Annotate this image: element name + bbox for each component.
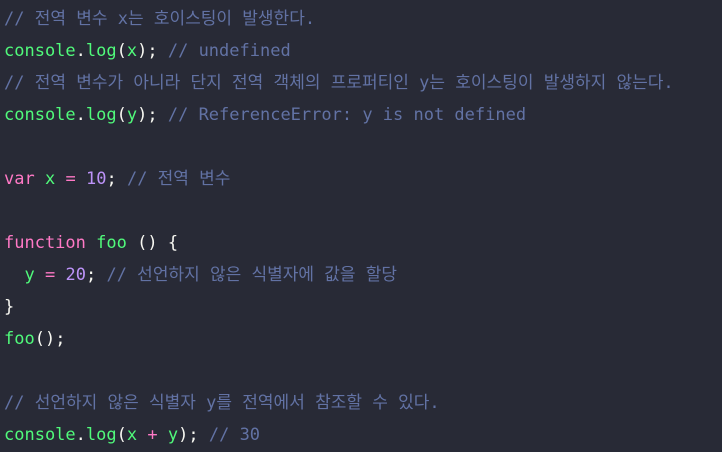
close-paren-semicolon: ); (137, 105, 158, 125)
open-paren: ( (116, 105, 127, 125)
comment: // 선언하지 않은 식별자 y를 전역에서 참조할 수 있다. (4, 393, 440, 413)
var-keyword: var (4, 169, 35, 189)
code-line-1: // 전역 변수 x는 호이스팅이 발생한다. (4, 3, 722, 35)
comment: // 전역 변수가 아니라 단지 전역 객체의 프로퍼티인 y는 호이스팅이 발… (4, 73, 674, 93)
code-line-13: // 선언하지 않은 식별자 y를 전역에서 참조할 수 있다. (4, 387, 722, 419)
code-editor[interactable]: // 전역 변수 x는 호이스팅이 발생한다. console.log(x); … (0, 0, 722, 452)
log-method: log (85, 425, 117, 445)
number-literal: 20 (65, 265, 86, 285)
console-object: console (4, 425, 76, 445)
dot: . (75, 425, 86, 445)
variable-y: y (24, 265, 35, 285)
semicolon: ; (106, 169, 117, 189)
log-method: log (85, 105, 117, 125)
assign-operator: = (65, 169, 76, 189)
argument-x: x (126, 425, 138, 445)
close-paren-semicolon: ); (178, 425, 199, 445)
comment: // 선언하지 않은 식별자에 값을 할당 (106, 265, 398, 285)
code-line-2: console.log(x); // undefined (4, 35, 722, 67)
code-line-3: // 전역 변수가 아니라 단지 전역 객체의 프로퍼티인 y는 호이스팅이 발… (4, 67, 722, 99)
comment: // 전역 변수 x는 호이스팅이 발생한다. (4, 9, 316, 29)
function-name: foo (96, 233, 127, 253)
code-line-14: console.log(x + y); // 30 (4, 419, 722, 451)
function-call-name: foo (4, 329, 35, 349)
semicolon: ; (85, 265, 97, 285)
log-method: log (85, 41, 117, 61)
code-line-5-blank (4, 131, 722, 163)
argument-y: y (126, 105, 138, 125)
open-brace: { (167, 233, 179, 253)
code-line-6: var x = 10; // 전역 변수 (4, 163, 722, 195)
function-keyword: function (4, 233, 86, 253)
plus-operator: + (147, 425, 158, 445)
close-brace: } (4, 297, 15, 317)
open-paren: ( (116, 41, 127, 61)
console-object: console (4, 41, 76, 61)
comment: // undefined (167, 41, 291, 61)
argument-y: y (167, 425, 179, 445)
dot: . (75, 41, 86, 61)
code-line-9: y = 20; // 선언하지 않은 식별자에 값을 할당 (4, 259, 722, 291)
close-paren-semicolon: ); (137, 41, 158, 61)
comment: // 전역 변수 (126, 169, 231, 189)
argument-x: x (126, 41, 138, 61)
code-line-8: function foo () { (4, 227, 722, 259)
comment: // 30 (208, 425, 261, 445)
console-object: console (4, 105, 76, 125)
code-line-10: } (4, 291, 722, 323)
dot: . (75, 105, 86, 125)
code-line-4: console.log(y); // ReferenceError: y is … (4, 99, 722, 131)
comment: // ReferenceError: y is not defined (167, 105, 527, 125)
code-line-7-blank (4, 195, 722, 227)
code-line-12-blank (4, 355, 722, 387)
call-parens-semicolon: (); (34, 329, 66, 349)
code-line-11: foo(); (4, 323, 722, 355)
open-paren: ( (116, 425, 127, 445)
number-literal: 10 (85, 169, 107, 189)
variable-x: x (44, 169, 56, 189)
assign-operator: = (44, 265, 56, 285)
parens: () (137, 233, 158, 253)
